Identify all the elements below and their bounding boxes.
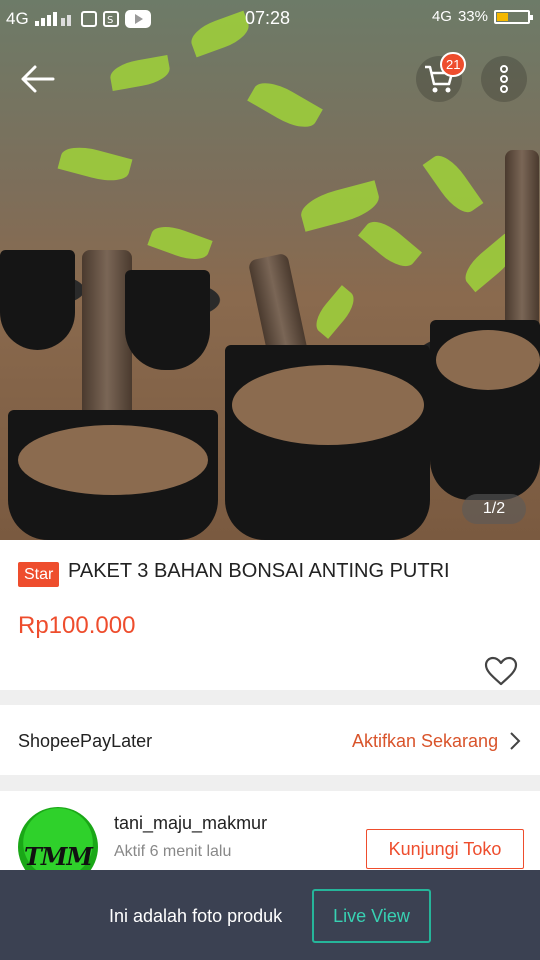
leaf — [108, 54, 172, 92]
soil — [436, 330, 540, 390]
shop-active-status: Aktif 6 menit lalu — [114, 843, 232, 860]
product-info: Star PAKET 3 BAHAN BONSAI ANTING PUTRI R… — [0, 540, 540, 690]
paylater-activate-link[interactable]: Aktifkan Sekarang — [352, 731, 498, 752]
status-left: 4G S — [6, 9, 151, 29]
bottom-bar-text: Ini adalah foto produk — [109, 906, 283, 926]
leaf — [422, 148, 484, 220]
signal-icon — [34, 12, 71, 26]
image-page-indicator: 1/2 — [462, 494, 526, 524]
battery-percent: 33% — [457, 8, 488, 25]
status-bar: 4G S 07:28 4G 33% — [0, 0, 540, 36]
pot — [125, 270, 210, 370]
battery-icon — [494, 9, 533, 24]
leaf — [247, 74, 323, 136]
paylater-label: ShopeePayLater — [18, 731, 153, 751]
leaf — [57, 141, 133, 187]
star-badge: Star — [18, 562, 60, 587]
svg-text:S: S — [107, 15, 113, 26]
product-price: Rp100.000 — [18, 612, 136, 639]
leaf — [147, 220, 213, 266]
trunk — [505, 150, 539, 340]
status-right: 4G 33% — [431, 8, 533, 25]
visit-shop-button[interactable]: Kunjungi Toko — [366, 829, 524, 869]
notification-icon — [80, 11, 97, 27]
product-title: PAKET 3 BAHAN BONSAI ANTING PUTRI — [68, 560, 450, 582]
soil — [232, 365, 424, 445]
heart-icon[interactable] — [484, 656, 518, 686]
network-label-right: 4G — [431, 8, 452, 25]
leaf — [309, 285, 361, 339]
sim-icon: S — [102, 11, 119, 27]
chevron-right-icon — [510, 732, 521, 750]
soil — [18, 425, 208, 495]
status-time: 07:28 — [245, 8, 291, 28]
back-button[interactable] — [14, 56, 60, 102]
live-view-button[interactable]: Live View — [312, 889, 431, 943]
youtube-icon — [124, 10, 151, 28]
pot — [0, 250, 75, 350]
more-options-button[interactable] — [481, 56, 527, 102]
bottom-bar: Ini adalah foto produk Live View — [0, 870, 540, 960]
network-label-left: 4G — [6, 9, 29, 28]
leaf — [358, 213, 422, 275]
battery-fill — [497, 12, 508, 21]
paylater-row[interactable]: ShopeePayLater Aktifkan Sekarang — [0, 705, 540, 775]
back-arrow-icon — [21, 65, 55, 93]
shop-name[interactable]: tani_maju_makmur — [114, 813, 267, 834]
shop-logo-text: TMM — [24, 841, 93, 871]
more-vertical-icon — [500, 65, 508, 93]
